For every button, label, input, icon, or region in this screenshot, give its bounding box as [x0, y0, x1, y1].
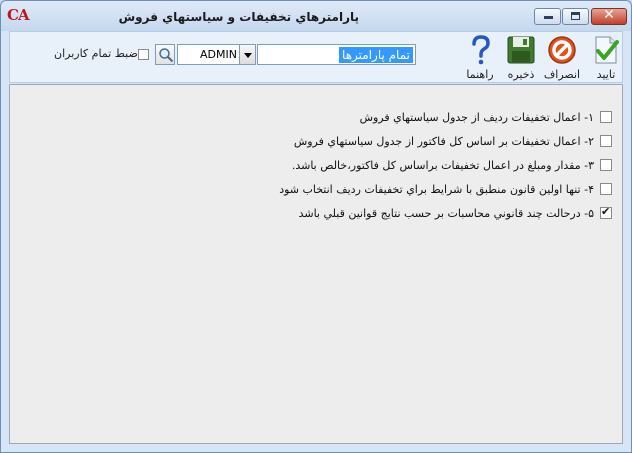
- save-button[interactable]: ذخيره: [499, 32, 543, 82]
- help-icon: [472, 35, 490, 65]
- window-title: پارامترهاي تخفيفات و سياستهاي فروش: [118, 10, 359, 24]
- confirm-button[interactable]: تاييد: [584, 32, 628, 82]
- cancel-icon: [548, 36, 576, 64]
- app-logo: CA: [7, 6, 30, 24]
- cancel-button[interactable]: انصراف: [540, 32, 584, 82]
- search-icon: [159, 48, 174, 63]
- user-combo-value: ADMIN: [200, 48, 237, 61]
- option-label: ۵- درحالت چند قانوني محاسبات بر حسب نتاي…: [298, 207, 594, 220]
- option-checkbox[interactable]: [600, 135, 612, 147]
- option-label: ۳- مقدار ومبلغ در اعمال تخفيفات براساس ک…: [291, 159, 594, 172]
- option-label: ۲- اعمال تخفيفات بر اساس کل فاکتور از جد…: [293, 135, 594, 148]
- user-combo[interactable]: ADMIN: [177, 44, 256, 65]
- help-button[interactable]: راهنما: [458, 32, 502, 82]
- toolbar: تاييد انصراف ذخيره راهنما تمام پارامترها…: [9, 31, 623, 83]
- save-icon: [507, 36, 535, 64]
- title-bar[interactable]: CA پارامترهاي تخفيفات و سياستهاي فروش ✕: [1, 1, 631, 31]
- cancel-label: انصراف: [543, 68, 581, 81]
- confirm-icon: [595, 36, 619, 64]
- option-label: ۴- تنها اولين قانون منطبق با شرايط براي …: [279, 183, 594, 196]
- option-checkbox[interactable]: [600, 183, 612, 195]
- help-label: راهنما: [466, 68, 494, 81]
- chevron-down-icon[interactable]: [239, 45, 255, 64]
- option-checkbox[interactable]: [600, 111, 612, 123]
- search-button[interactable]: [155, 44, 175, 65]
- close-button[interactable]: ✕: [591, 7, 627, 25]
- options-panel: ۱- اعمال تخفيفات رديف از جدول سياستهاي ف…: [9, 84, 623, 444]
- window: CA پارامترهاي تخفيفات و سياستهاي فروش ✕ …: [0, 0, 632, 453]
- maximize-button[interactable]: [562, 8, 589, 25]
- parameter-selector[interactable]: تمام پارامترها: [257, 44, 416, 65]
- close-icon: ✕: [603, 7, 615, 23]
- save-label: ذخيره: [507, 68, 535, 81]
- parameter-selector-value: تمام پارامترها: [339, 47, 413, 63]
- all-users-checkbox[interactable]: [138, 49, 149, 60]
- option-checkbox-checked[interactable]: [600, 205, 612, 219]
- option-label: ۱- اعمال تخفيفات رديف از جدول سياستهاي ف…: [359, 111, 594, 124]
- minimize-button[interactable]: [534, 8, 561, 25]
- minimize-icon: [544, 16, 553, 19]
- all-users-label: ضبط تمام کاربران: [54, 47, 138, 60]
- confirm-label: تاييد: [596, 68, 616, 81]
- option-checkbox[interactable]: [600, 159, 612, 171]
- maximize-icon: [571, 12, 580, 20]
